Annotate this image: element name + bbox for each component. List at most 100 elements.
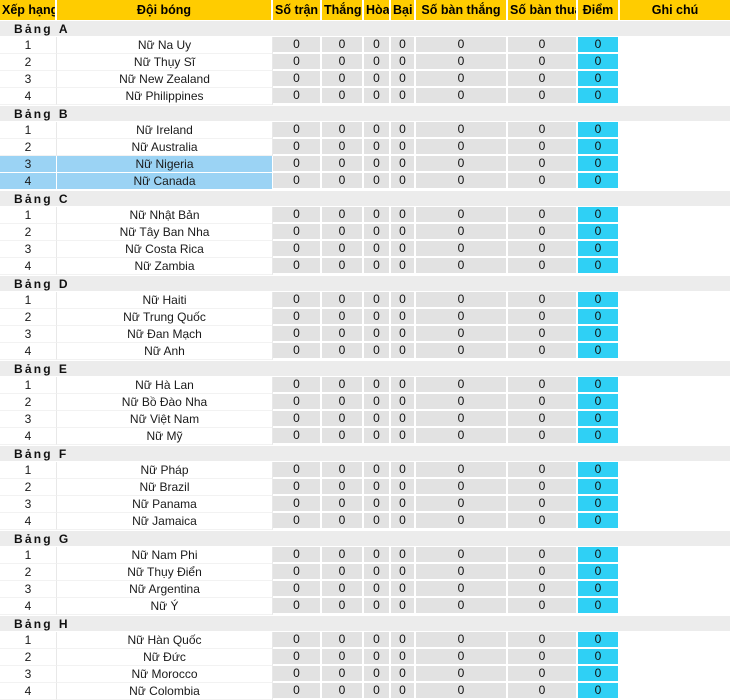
cell-rank[interactable]: 2 [0,564,57,581]
table-row[interactable]: 2 Nữ Australia 0 0 0 0 0 0 0 [0,139,730,156]
cell-rank[interactable]: 1 [0,37,57,54]
cell-rank[interactable]: 4 [0,88,57,105]
cell-team-name[interactable]: Nữ Hà Lan [57,377,273,394]
cell-team-name[interactable]: Nữ Ireland [57,122,273,139]
cell-rank[interactable]: 4 [0,513,57,530]
cell-team-name[interactable]: Nữ New Zealand [57,71,273,88]
cell-rank[interactable]: 4 [0,258,57,275]
table-row[interactable]: 2 Nữ Đức 0 0 0 0 0 0 0 [0,649,730,666]
column-header-played[interactable]: Số trận [273,0,322,20]
table-row[interactable]: 1 Nữ Hà Lan 0 0 0 0 0 0 0 [0,377,730,394]
cell-rank[interactable]: 1 [0,377,57,394]
cell-rank[interactable]: 2 [0,479,57,496]
cell-team-name[interactable]: Nữ Argentina [57,581,273,598]
cell-team-name[interactable]: Nữ Đan Mạch [57,326,273,343]
table-row[interactable]: 4 Nữ Philippines 0 0 0 0 0 0 0 [0,88,730,105]
table-row[interactable]: 4 Nữ Zambia 0 0 0 0 0 0 0 [0,258,730,275]
table-row[interactable]: 2 Nữ Brazil 0 0 0 0 0 0 0 [0,479,730,496]
table-row[interactable]: 1 Nữ Na Uy 0 0 0 0 0 0 0 [0,37,730,54]
cell-rank[interactable]: 4 [0,598,57,615]
cell-team-name[interactable]: Nữ Nhật Bản [57,207,273,224]
cell-team-name[interactable]: Nữ Costa Rica [57,241,273,258]
cell-team-name[interactable]: Nữ Canada [57,173,273,190]
cell-rank[interactable]: 3 [0,666,57,683]
table-row[interactable]: 4 Nữ Colombia 0 0 0 0 0 0 0 [0,683,730,700]
cell-team-name[interactable]: Nữ Nam Phi [57,547,273,564]
table-row[interactable]: 4 Nữ Anh 0 0 0 0 0 0 0 [0,343,730,360]
column-header-loss[interactable]: Bại [391,0,416,20]
cell-team-name[interactable]: Nữ Hàn Quốc [57,632,273,649]
column-header-points[interactable]: Điểm [578,0,620,20]
cell-rank[interactable]: 2 [0,394,57,411]
table-row[interactable]: 1 Nữ Hàn Quốc 0 0 0 0 0 0 0 [0,632,730,649]
table-row[interactable]: 3 Nữ New Zealand 0 0 0 0 0 0 0 [0,71,730,88]
table-row[interactable]: 1 Nữ Ireland 0 0 0 0 0 0 0 [0,122,730,139]
table-row[interactable]: 4 Nữ Ý0000000 [0,598,730,615]
table-row[interactable]: 2 Nữ Bồ Đào Nha 0 0 0 0 0 0 0 [0,394,730,411]
table-row[interactable]: 3 Nữ Panama 0 0 0 0 0 0 0 [0,496,730,513]
cell-rank[interactable]: 3 [0,411,57,428]
cell-rank[interactable]: 1 [0,122,57,139]
cell-rank[interactable]: 2 [0,309,57,326]
cell-rank[interactable]: 1 [0,547,57,564]
cell-team-name[interactable]: Nữ Brazil [57,479,273,496]
cell-team-name[interactable]: Nữ Colombia [57,683,273,700]
cell-rank[interactable]: 4 [0,428,57,445]
cell-team-name[interactable]: Nữ Đức [57,649,273,666]
cell-rank[interactable]: 3 [0,241,57,258]
cell-team-name[interactable]: Nữ Jamaica [57,513,273,530]
cell-team-name[interactable]: Nữ Tây Ban Nha [57,224,273,241]
cell-team-name[interactable]: Nữ Thụy Điển [57,564,273,581]
table-row[interactable]: 3 Nữ Costa Rica 0 0 0 0 0 0 0 [0,241,730,258]
cell-team-name[interactable]: Nữ Anh [57,343,273,360]
table-row[interactable]: 2 Nữ Trung Quốc 0 0 0 0 0 0 0 [0,309,730,326]
cell-rank[interactable]: 2 [0,54,57,71]
cell-rank[interactable]: 4 [0,343,57,360]
cell-rank[interactable]: 3 [0,156,57,173]
column-header-ga[interactable]: Số bàn thua [508,0,578,20]
cell-team-name[interactable]: Nữ Australia [57,139,273,156]
cell-team-name[interactable]: Nữ Morocco [57,666,273,683]
cell-rank[interactable]: 4 [0,683,57,700]
cell-team-name[interactable]: Nữ Zambia [57,258,273,275]
cell-rank[interactable]: 3 [0,581,57,598]
cell-rank[interactable]: 3 [0,496,57,513]
column-header-draw[interactable]: Hòa [364,0,391,20]
table-row[interactable]: 3 Nữ Morocco 0 0 0 0 0 0 0 [0,666,730,683]
table-row[interactable]: 2 Nữ Thụy Điển 0 0 0 0 0 0 0 [0,564,730,581]
table-row[interactable]: 4 Nữ Jamaica 0 0 0 0 0 0 0 [0,513,730,530]
cell-team-name[interactable]: Nữ Pháp [57,462,273,479]
cell-rank[interactable]: 1 [0,207,57,224]
table-row[interactable]: 2 Nữ Tây Ban Nha 0 0 0 0 0 0 0 [0,224,730,241]
cell-team-name[interactable]: Nữ Thụy Sĩ [57,54,273,71]
table-row[interactable]: 3 Nữ Đan Mạch 0 0 0 0 0 0 0 [0,326,730,343]
column-header-win[interactable]: Thắng [322,0,364,20]
table-row[interactable]: 1 Nữ Nam Phi 0 0 0 0 0 0 0 [0,547,730,564]
cell-team-name[interactable]: Nữ Bồ Đào Nha [57,394,273,411]
cell-team-name[interactable]: Nữ Trung Quốc [57,309,273,326]
column-header-gf[interactable]: Số bàn thắng [416,0,508,20]
cell-team-name[interactable]: Nữ Haiti [57,292,273,309]
table-row[interactable]: 1 Nữ Pháp 0 0 0 0 0 0 0 [0,462,730,479]
cell-team-name[interactable]: Nữ Na Uy [57,37,273,54]
table-row[interactable]: 1 Nữ Haiti 0 0 0 0 0 0 0 [0,292,730,309]
cell-rank[interactable]: 3 [0,326,57,343]
cell-team-name[interactable]: Nữ Mỹ [57,428,273,445]
cell-team-name[interactable]: Nữ Việt Nam [57,411,273,428]
cell-rank[interactable]: 1 [0,462,57,479]
cell-rank[interactable]: 3 [0,71,57,88]
table-row[interactable]: 4 Nữ Mỹ 0 0 0 0 0 0 0 [0,428,730,445]
cell-rank[interactable]: 2 [0,139,57,156]
column-header-rank[interactable]: Xếp hạng [0,0,57,20]
cell-team-name[interactable]: Nữ Panama [57,496,273,513]
table-row[interactable]: 4 Nữ Canada 0 0 0 0 0 0 0 [0,173,730,190]
cell-rank[interactable]: 2 [0,224,57,241]
cell-rank[interactable]: 2 [0,649,57,666]
table-row[interactable]: 1 Nữ Nhật Bản 0 0 0 0 0 0 0 [0,207,730,224]
table-row[interactable]: 3 Nữ Nigeria 0 0 0 0 0 0 0 [0,156,730,173]
cell-team-name[interactable]: Nữ Ý [57,598,273,615]
column-header-team[interactable]: Đội bóng [57,0,273,20]
cell-rank[interactable]: 1 [0,632,57,649]
cell-rank[interactable]: 1 [0,292,57,309]
cell-team-name[interactable]: Nữ Philippines [57,88,273,105]
